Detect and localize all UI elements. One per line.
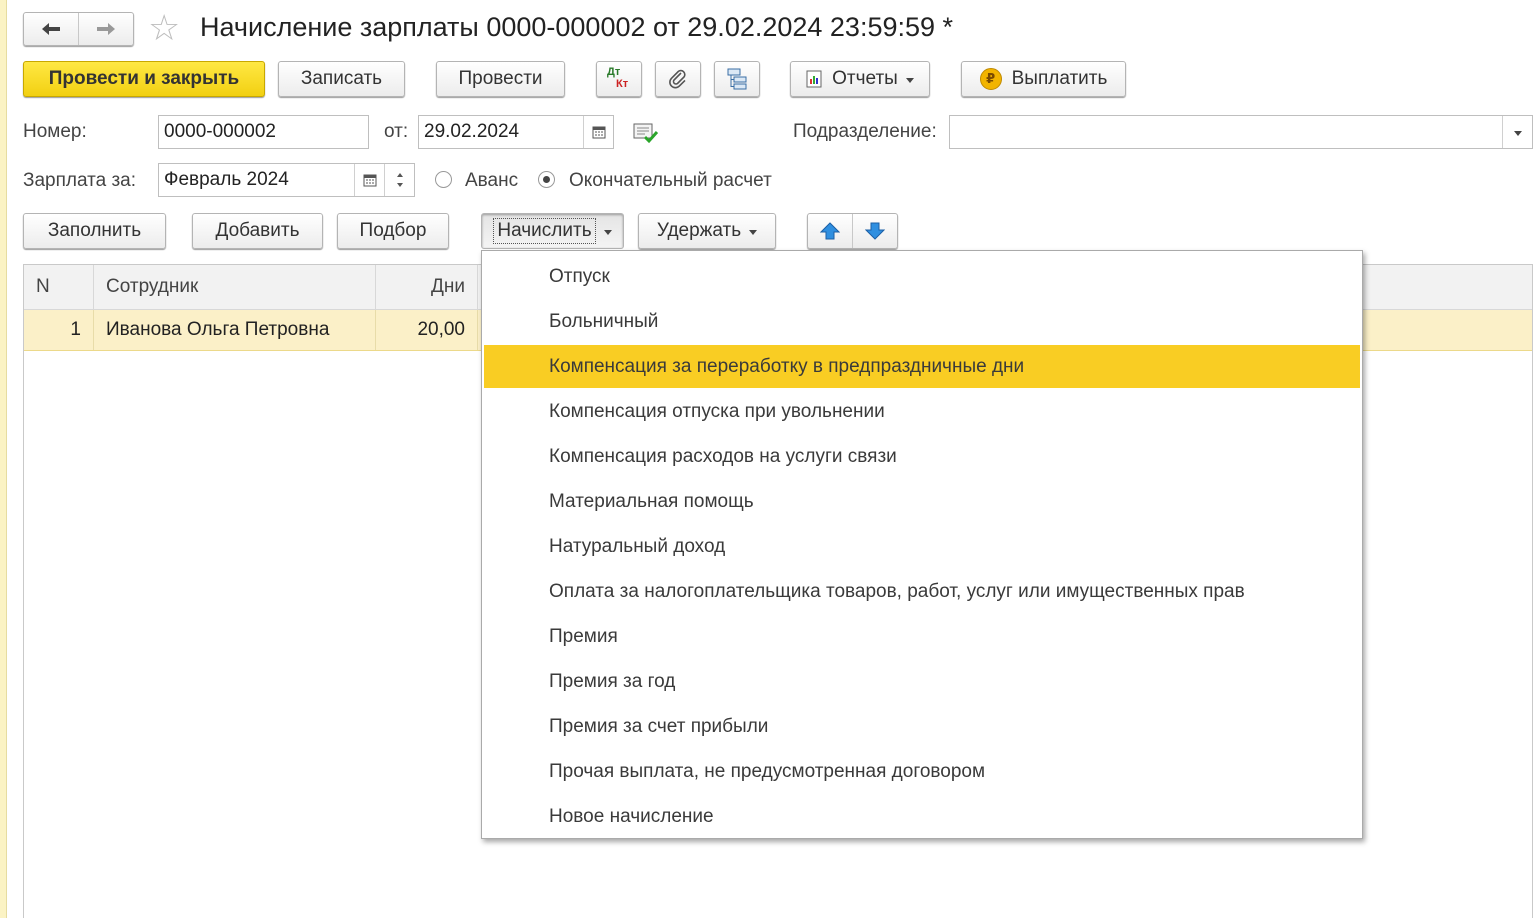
star-icon[interactable]: ☆ — [148, 10, 180, 46]
dt-kt-button[interactable]: Дт Кт — [596, 61, 642, 97]
dt-kt-icon: Дт Кт — [607, 66, 629, 90]
arrow-up-icon — [820, 222, 840, 240]
accrue-dropdown-button[interactable]: Начислить — [481, 213, 624, 249]
arrow-left-icon — [42, 23, 60, 35]
move-down-button[interactable] — [853, 214, 897, 248]
menu-item-communication-compensation[interactable]: Компенсация расходов на услуги связи — [484, 435, 1360, 478]
menu-item-new-accrual[interactable]: Новое начисление — [484, 795, 1360, 838]
arrow-right-icon — [97, 23, 115, 35]
advance-radio[interactable] — [435, 171, 452, 188]
cell-employee: Иванова Ольга Петровна — [94, 310, 376, 350]
period-stepper[interactable] — [384, 164, 414, 196]
pay-label: Выплатить — [1011, 68, 1108, 89]
ruble-coin-icon: ₽ — [979, 68, 1002, 90]
move-buttons-group — [807, 213, 898, 249]
check-status-icon[interactable] — [633, 120, 659, 146]
page-title: Начисление зарплаты 0000-000002 от 29.02… — [200, 12, 954, 42]
post-and-close-button[interactable]: Провести и закрыть — [23, 61, 265, 97]
chevron-down-icon — [905, 77, 914, 83]
salary-period-value: Февраль 2024 — [164, 169, 289, 190]
salary-period-field[interactable]: Февраль 2024 — [158, 163, 415, 197]
menu-item-annual-bonus[interactable]: Премия за год — [484, 660, 1360, 703]
department-dropdown-button[interactable] — [1502, 116, 1532, 148]
menu-item-other-payment[interactable]: Прочая выплата, не предусмотренная догов… — [484, 750, 1360, 793]
move-up-button[interactable] — [808, 214, 853, 248]
arrow-down-icon — [865, 222, 885, 240]
column-header-days[interactable]: Дни — [376, 265, 478, 309]
cell-days: 20,00 — [376, 310, 478, 350]
pay-button[interactable]: ₽ Выплатить — [961, 61, 1126, 97]
fill-button[interactable]: Заполнить — [23, 213, 166, 249]
chevron-down-icon — [749, 229, 758, 235]
date-calendar-button[interactable] — [583, 116, 613, 148]
back-button[interactable] — [24, 13, 78, 45]
salary-for-label: Зарплата за: — [23, 170, 137, 191]
stepper-up-icon[interactable] — [396, 173, 403, 177]
paperclip-icon — [669, 69, 686, 89]
final-calc-radio[interactable] — [538, 171, 555, 188]
left-panel-edge — [0, 0, 7, 918]
number-field[interactable]: 0000-000002 — [158, 115, 369, 149]
nav-buttons — [23, 12, 134, 46]
column-header-n[interactable]: N — [24, 265, 94, 309]
withhold-label: Удержать — [656, 220, 742, 241]
final-calc-radio-label[interactable]: Окончательный расчет — [569, 170, 772, 192]
cell-n: 1 — [24, 310, 94, 350]
chevron-down-icon — [603, 229, 612, 235]
reports-label: Отчеты — [832, 68, 898, 89]
menu-item-financial-aid[interactable]: Материальная помощь — [484, 480, 1360, 523]
menu-item-vacation-compensation[interactable]: Компенсация отпуска при увольнении — [484, 390, 1360, 433]
save-button[interactable]: Записать — [278, 61, 405, 97]
menu-item-bonus[interactable]: Премия — [484, 615, 1360, 658]
number-label: Номер: — [23, 121, 87, 142]
select-button[interactable]: Подбор — [337, 213, 449, 249]
add-button[interactable]: Добавить — [192, 213, 323, 249]
period-calendar-button[interactable] — [354, 164, 384, 196]
advance-radio-label[interactable]: Аванс — [465, 170, 518, 192]
date-label: от: — [384, 121, 409, 142]
column-header-employee[interactable]: Сотрудник — [94, 265, 376, 309]
chevron-down-icon — [1513, 130, 1522, 136]
calendar-icon — [363, 174, 376, 187]
date-field[interactable]: 29.02.2024 — [418, 115, 614, 149]
attach-button[interactable] — [655, 61, 701, 97]
menu-item-taxpayer-payment[interactable]: Оплата за налогоплательщика товаров, раб… — [484, 570, 1360, 613]
post-button[interactable]: Провести — [436, 61, 565, 97]
withhold-dropdown-button[interactable]: Удержать — [638, 213, 776, 249]
menu-item-overtime-compensation[interactable]: Компенсация за переработку в предпраздни… — [484, 345, 1360, 388]
menu-item-profit-bonus[interactable]: Премия за счет прибыли — [484, 705, 1360, 748]
forward-button[interactable] — [78, 13, 133, 45]
menu-item-sick-leave[interactable]: Больничный — [484, 300, 1360, 343]
department-label: Подразделение: — [793, 121, 937, 142]
department-field[interactable] — [949, 115, 1533, 149]
reports-button[interactable]: Отчеты — [790, 61, 930, 97]
date-value: 29.02.2024 — [424, 121, 520, 142]
stepper-down-icon[interactable] — [396, 183, 403, 187]
report-icon — [806, 70, 822, 88]
calendar-icon — [592, 126, 605, 139]
menu-item-in-kind-income[interactable]: Натуральный доход — [484, 525, 1360, 568]
structure-button[interactable] — [714, 61, 760, 97]
hierarchy-icon — [727, 68, 747, 90]
accrue-label: Начислить — [493, 218, 596, 244]
accrue-menu: Отпуск Больничный Компенсация за перераб… — [481, 250, 1363, 839]
menu-item-vacation[interactable]: Отпуск — [484, 255, 1360, 298]
